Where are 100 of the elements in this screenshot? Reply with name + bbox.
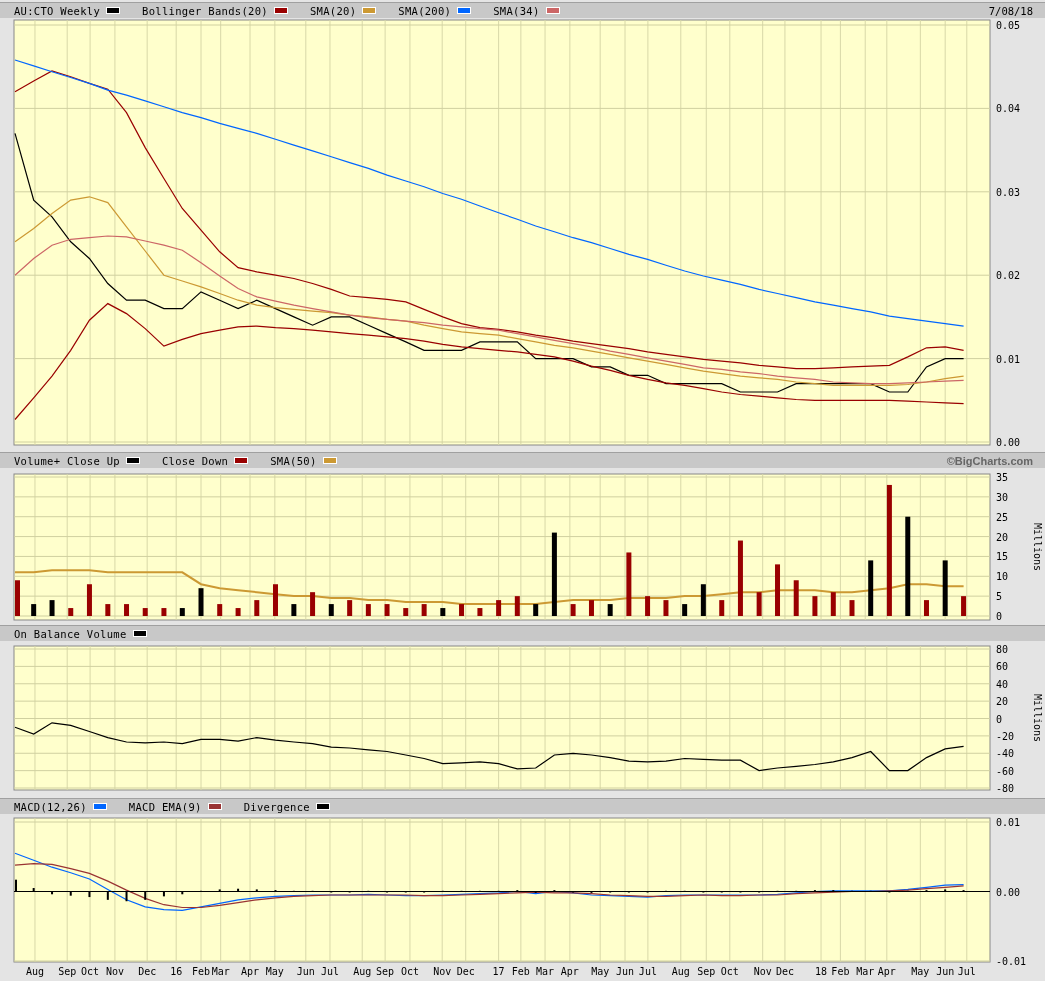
axis-label: 0.00 — [996, 437, 1021, 448]
volume-bar — [775, 564, 780, 616]
axis-label: 20 — [996, 696, 1009, 708]
volume-bar — [812, 596, 818, 616]
axis-label: Nov — [105, 966, 124, 977]
volume-bar — [365, 604, 371, 616]
axis-label: Oct — [400, 966, 419, 977]
axis-label: -80 — [996, 783, 1015, 794]
axis-label: Aug — [353, 966, 372, 977]
volume-bar — [328, 604, 334, 616]
volume-bar — [626, 552, 632, 616]
axis-label: 20 — [996, 531, 1009, 543]
axis-label: -40 — [996, 748, 1015, 760]
axis-label: 30 — [996, 491, 1009, 503]
volume-bar — [793, 580, 799, 616]
axis-label: 0 — [996, 611, 1003, 622]
axis-label: -60 — [996, 765, 1015, 777]
volume-bar — [719, 600, 725, 616]
divergence-bar — [88, 891, 91, 898]
axis-label: Sep — [58, 966, 77, 977]
axis-label: May — [591, 966, 610, 977]
volume-bar — [663, 600, 669, 616]
axis-label: 0.01 — [996, 817, 1021, 828]
volume-bar — [440, 608, 446, 616]
volume-bar — [421, 604, 427, 616]
volume-bar — [868, 560, 874, 616]
axis-label: Dec — [775, 966, 794, 977]
credit-text: ©BigCharts.com — [946, 454, 1033, 467]
legend-label: MACD EMA(9) — [128, 800, 202, 813]
volume-bar — [533, 604, 539, 616]
axis-label: Aug — [671, 966, 690, 977]
divergence-bar — [218, 889, 221, 892]
legend-label: Bollinger Bands(20) — [142, 4, 268, 17]
volume-bar — [607, 604, 613, 616]
axis-label: 16 — [170, 966, 183, 977]
axis-label: Feb — [831, 966, 850, 977]
axis-label: 15 — [996, 551, 1009, 563]
axis-label: Sep — [376, 966, 395, 977]
axis-label: 0.02 — [996, 270, 1021, 282]
axis-title: Millions — [1032, 693, 1043, 743]
axis-label: 25 — [996, 511, 1009, 523]
axis-title: Millions — [1032, 522, 1043, 572]
axis-label: Dec — [138, 966, 157, 977]
axis-label: May — [265, 966, 284, 977]
legend-label: AU:CTO Weekly — [14, 4, 101, 17]
volume-bar — [273, 584, 278, 616]
axis-label: May — [911, 966, 930, 977]
axis-label: Jul — [320, 966, 339, 977]
volume-bar — [49, 600, 55, 616]
axis-label: 0.04 — [996, 103, 1021, 115]
volume-bar — [254, 600, 260, 616]
volume-bar — [700, 584, 706, 616]
divergence-bar — [162, 891, 165, 897]
volume-bar — [849, 600, 855, 616]
volume-bar — [179, 608, 185, 616]
axis-label: Sep — [697, 966, 716, 977]
legend-label: SMA(20) — [309, 4, 357, 17]
volume-bar — [124, 604, 130, 616]
legend-label: SMA(200) — [398, 4, 452, 17]
axis-label: Apr — [877, 966, 896, 977]
divergence-bar — [181, 891, 184, 895]
volume-bar — [645, 596, 651, 616]
legend-label: Volume+ Close Up — [14, 454, 120, 467]
axis-label: Nov — [433, 966, 452, 977]
volume-bar — [589, 600, 594, 616]
volume-bar — [459, 604, 465, 616]
axis-label: 10 — [996, 571, 1009, 583]
volume-bar — [682, 604, 688, 616]
axis-label: Aug — [25, 966, 44, 977]
volume-bar — [217, 604, 223, 616]
legend-label: On Balance Volume — [14, 627, 127, 640]
volume-bar — [924, 600, 929, 616]
axis-label: Apr — [560, 966, 579, 977]
volume-bar — [86, 584, 92, 616]
axis-label: Mar — [856, 966, 875, 977]
axis-label: Jul — [957, 966, 976, 977]
volume-bar — [198, 588, 204, 616]
divergence-bar — [125, 891, 128, 902]
volume-bar — [477, 608, 483, 616]
divergence-bar — [944, 889, 947, 892]
volume-bar — [310, 592, 316, 616]
axis-label: 5 — [996, 591, 1003, 603]
volume-bar — [161, 608, 167, 616]
axis-label: Jun — [616, 966, 635, 977]
axis-label: 35 — [996, 472, 1009, 483]
divergence-bar — [106, 891, 109, 900]
legend-label: Divergence — [243, 800, 310, 813]
volume-bar — [496, 600, 502, 616]
legend-label: MACD(12,26) — [14, 800, 87, 813]
divergence-bar — [144, 891, 147, 900]
divergence-bar — [255, 889, 258, 892]
axis-label: Dec — [456, 966, 475, 977]
volume-bar — [514, 596, 520, 616]
axis-label: 17 — [492, 966, 505, 977]
axis-label: Feb — [192, 966, 211, 977]
volume-bar — [347, 600, 353, 616]
axis-label: Jul — [638, 966, 657, 977]
axis-label: Jun — [296, 966, 315, 977]
legend-label: Close Down — [161, 454, 229, 467]
volume-bar — [31, 604, 37, 616]
